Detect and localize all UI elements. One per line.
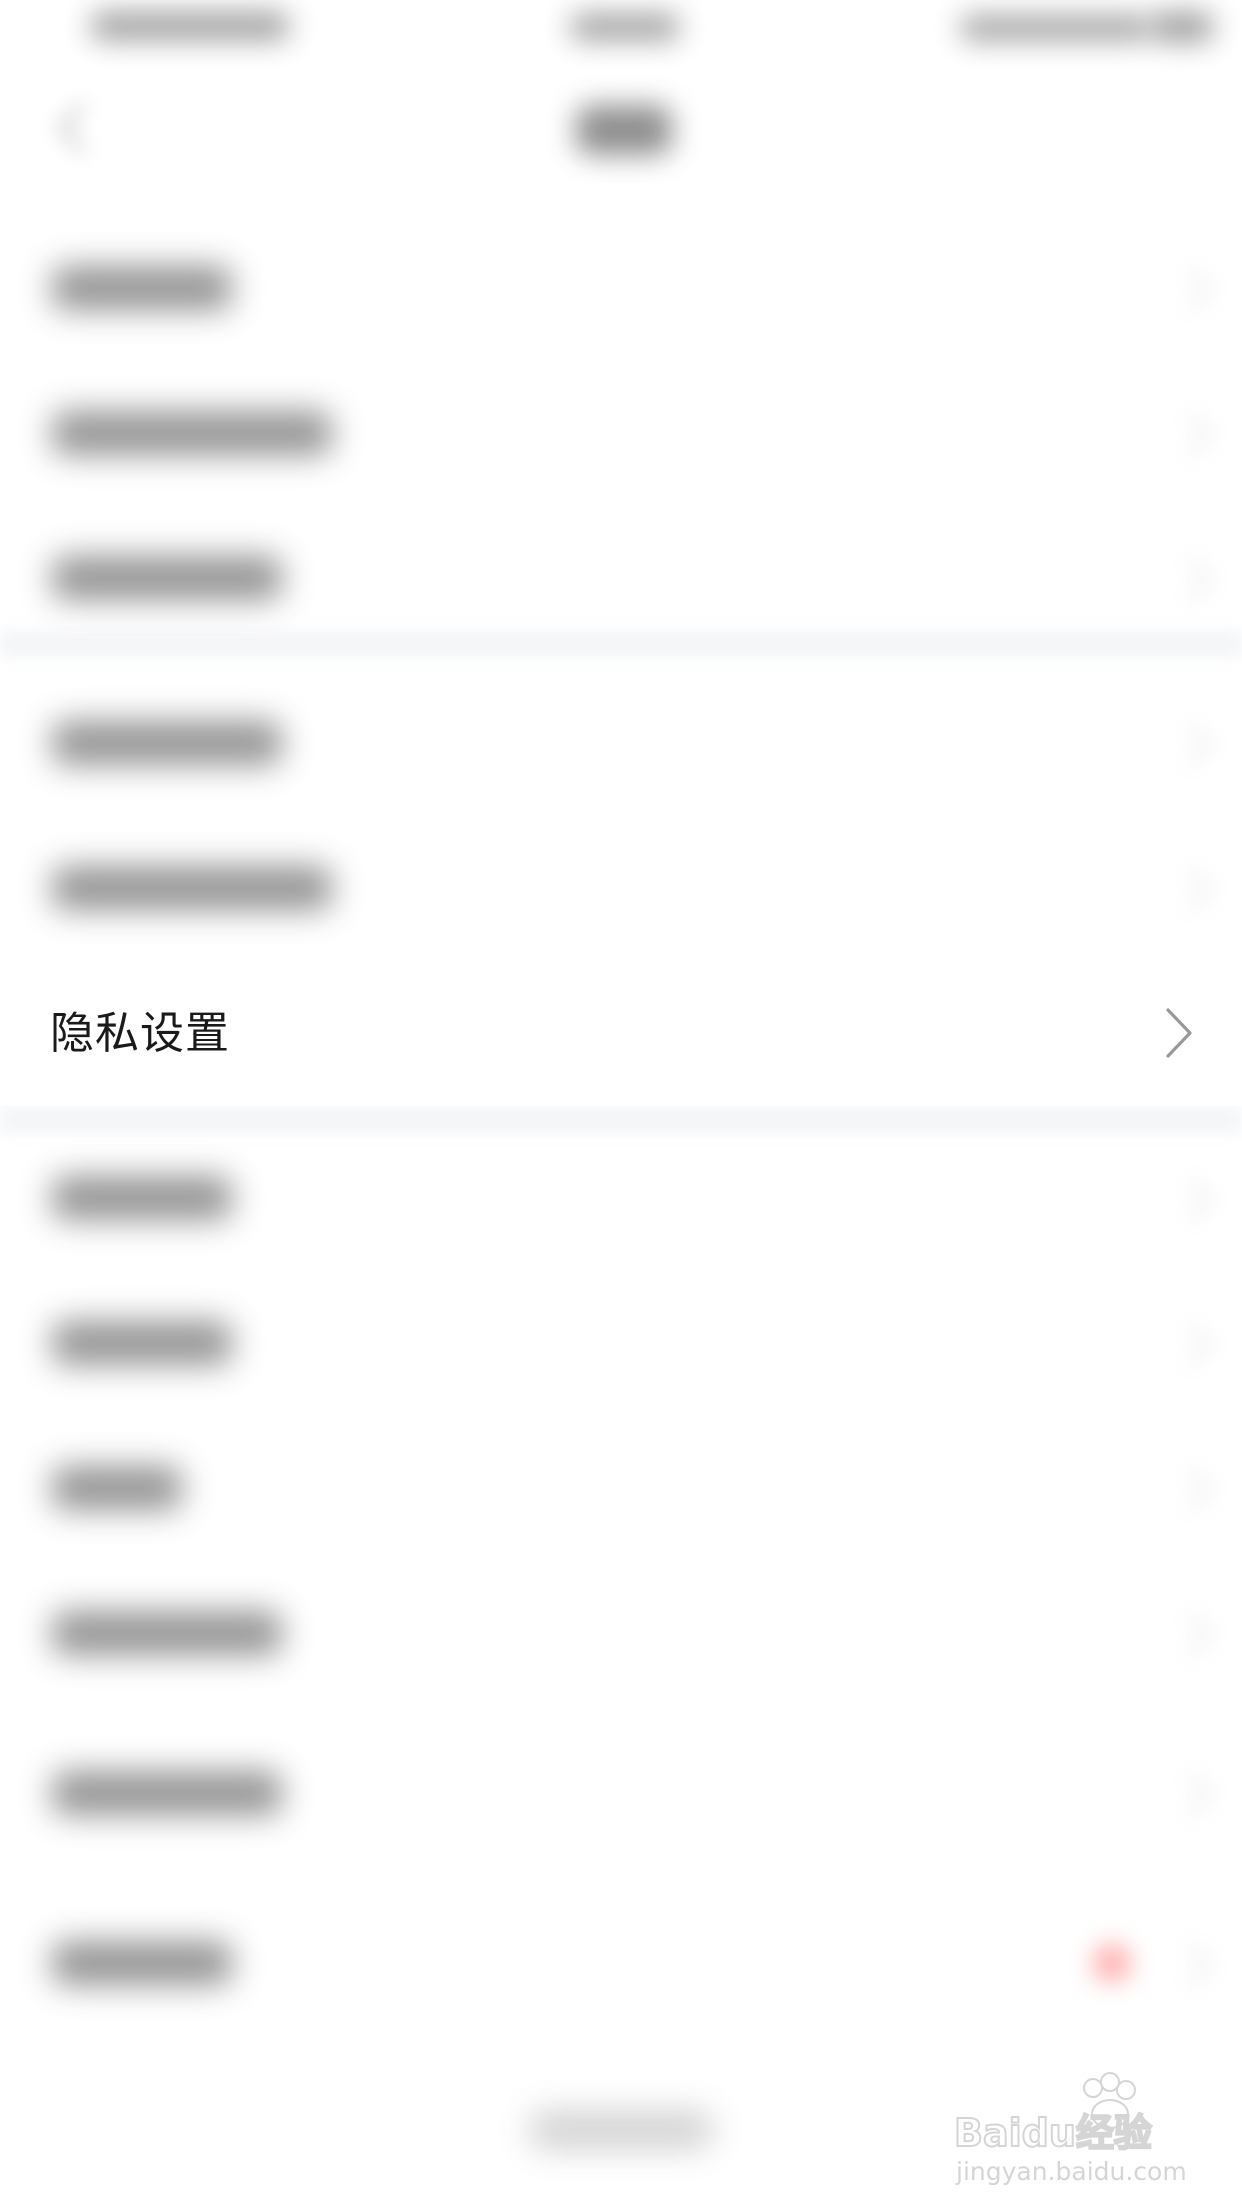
chevron-right-icon (1169, 1178, 1213, 1221)
chevron-right-icon (1169, 558, 1213, 601)
chevron-right-icon (1169, 1943, 1213, 1986)
settings-row[interactable] (0, 1560, 1242, 1705)
status-center (570, 14, 680, 40)
settings-row-label (52, 720, 282, 765)
settings-row-label (52, 1610, 282, 1655)
settings-row[interactable] (0, 1890, 1242, 2035)
settings-row-label (52, 865, 332, 910)
privacy-settings-label: 隐私设置 (50, 1008, 230, 1059)
status-bar (0, 0, 1242, 60)
privacy-settings-row[interactable]: 隐私设置 (0, 960, 1242, 1106)
settings-row[interactable] (0, 815, 1242, 960)
watermark-url: jingyan.baidu.com (955, 2157, 1187, 2186)
settings-row-label (52, 1770, 282, 1815)
status-time (90, 12, 290, 40)
settings-row-label (52, 555, 282, 600)
chevron-right-icon (1169, 723, 1213, 766)
status-indicators (960, 16, 1150, 40)
chevron-right-icon (1169, 868, 1213, 911)
settings-row-label (52, 1465, 182, 1510)
chevron-right-icon (1169, 1613, 1213, 1656)
settings-row-label (52, 1320, 232, 1365)
page-title (576, 105, 672, 155)
chevron-right-icon (1169, 1323, 1213, 1366)
settings-row[interactable] (0, 1270, 1242, 1415)
chevron-right-icon (1169, 268, 1213, 311)
settings-row-label (52, 1940, 232, 1985)
navigation-bar (0, 60, 1242, 190)
settings-row-label (52, 1175, 232, 1220)
battery-icon (1150, 12, 1214, 42)
watermark-brand: Baidu经验 (954, 2111, 1152, 2155)
settings-row[interactable] (0, 505, 1242, 650)
chevron-right-icon (1169, 413, 1213, 456)
settings-row[interactable] (0, 1720, 1242, 1865)
settings-row-label (52, 410, 332, 455)
settings-row[interactable] (0, 1415, 1242, 1560)
baidu-jingyan-watermark: Baidu经验 jingyan.baidu.com (950, 2070, 1200, 2190)
settings-row[interactable] (0, 670, 1242, 815)
notification-dot (1092, 1942, 1132, 1983)
chevron-right-icon (1169, 1468, 1213, 1511)
back-arrow-icon[interactable] (56, 102, 108, 154)
settings-row-label (52, 265, 232, 310)
chevron-right-icon (1166, 1008, 1192, 1058)
settings-row[interactable] (0, 215, 1242, 360)
chevron-right-icon (1169, 1773, 1213, 1816)
settings-row[interactable] (0, 360, 1242, 505)
home-indicator (528, 2110, 714, 2150)
settings-screen: 隐私设置 Baidu经验 jingyan.baidu.com (0, 0, 1242, 2208)
settings-row[interactable] (0, 1125, 1242, 1270)
